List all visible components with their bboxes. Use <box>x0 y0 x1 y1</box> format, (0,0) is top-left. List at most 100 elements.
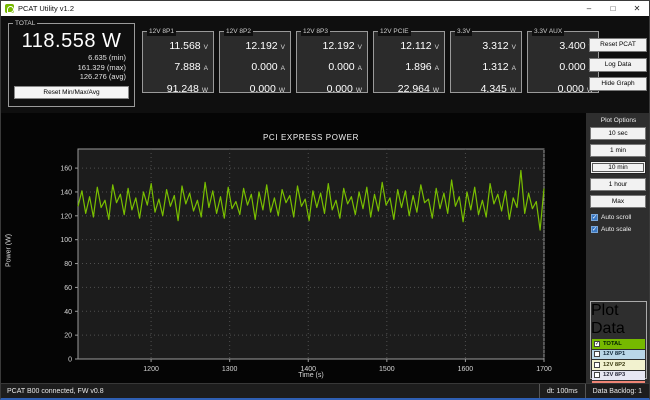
rail-current-value: 7.888 <box>174 61 201 73</box>
plot-area <box>77 148 545 360</box>
y-tick-label: 140 <box>60 189 72 196</box>
plot-sidebar: Plot Options 10 sec 1 min 10 min 1 hour Max … <box>586 113 649 398</box>
checkbox-label: Auto scroll <box>601 214 632 221</box>
rail-current-unit: A <box>203 65 208 72</box>
rail-power-value: 4.345 <box>480 82 507 95</box>
rail-current-row: 7.888 A <box>143 57 213 75</box>
auto-scale-checkbox-row[interactable]: ✓ Auto scale <box>591 226 631 233</box>
rail-current-value: 0.000 <box>251 61 278 73</box>
rail-power-row: 22.964 W <box>374 79 444 97</box>
log-data-button[interactable]: Log Data <box>589 58 647 72</box>
rail-power-value: 0.000 <box>326 82 353 95</box>
legend-label: 12V 8P2 <box>603 361 626 368</box>
total-panel-label: TOTAL <box>13 20 38 28</box>
checkbox-label: Auto scale <box>601 226 632 233</box>
legend-label: 12V 8P1 <box>603 351 626 358</box>
plot-range-button-max[interactable]: Max <box>590 195 646 208</box>
y-tick-label: 0 <box>68 357 72 364</box>
rail-panel-12v-8p3: 12V 8P3 12.192 V 0.000 A 0.000 W <box>296 28 368 95</box>
rail-voltage-value: 12.192 <box>245 39 278 52</box>
rail-power-unit: W <box>278 86 285 94</box>
status-bar: PCAT B00 connected, FW v0.8 dt: 100ms Da… <box>1 383 649 398</box>
title-bar: PCAT Utility v1.2 – □ ✕ <box>1 1 649 16</box>
legend-checkbox[interactable] <box>594 351 600 358</box>
rail-panel-3-3v: 3.3V 3.312 V 1.312 A 4.345 W <box>450 28 522 95</box>
rail-current-unit: A <box>511 65 516 72</box>
auto-scale-checkbox[interactable]: ✓ <box>591 226 598 233</box>
power-chart: 0204060801001201401601200 1300 1400 1500 160… <box>60 148 552 373</box>
y-tick-label: 60 <box>64 285 72 292</box>
power-chart-area: 0 20 40 60 80 100 120 140 160 1200 1300 1400 1500 160… <box>1 113 586 383</box>
rail-voltage-unit: V <box>511 43 516 51</box>
rail-power-value: 91.248 <box>166 82 199 95</box>
rail-panel-label: 3.3V <box>455 28 473 36</box>
rail-current-unit: A <box>434 65 439 72</box>
rail-panel-12v-8p1: 12V 8P1 11.568 V 7.888 A 91.248 W <box>142 28 214 95</box>
rail-voltage-value: 11.568 <box>169 39 201 52</box>
y-tick-label: 40 <box>64 309 72 316</box>
y-tick-label: 160 <box>60 166 72 173</box>
rail-power-unit: W <box>432 86 439 94</box>
hide-graph-button[interactable]: Hide Graph <box>589 77 647 91</box>
total-panel: TOTAL 118.558 W 6.635 (min) 161.329 (max… <box>8 20 135 107</box>
legend-checkbox[interactable] <box>594 361 600 368</box>
rail-power-unit: W <box>355 86 362 94</box>
app-window: PCAT Utility v1.2 – □ ✕ TOTAL 118.558 W … <box>0 0 650 400</box>
rail-power-row: 91.248 W <box>143 79 213 97</box>
reset-pcat-button[interactable]: Reset PCAT <box>589 38 647 52</box>
rail-power-row: 4.345 W <box>451 79 521 97</box>
rail-current-unit: A <box>357 65 362 72</box>
rail-current-unit: A <box>280 65 285 72</box>
rail-current-row: 0.000A <box>528 57 598 75</box>
rail-voltage-value: 12.112 <box>400 39 432 52</box>
rail-power-row: 0.000W <box>297 79 367 97</box>
rail-power-row: 0.000W <box>220 79 290 97</box>
legend-checkbox[interactable] <box>594 372 600 379</box>
rail-panel-12v-pcie: 12V PCIE 12.112 V 1.896 A 22.964 W <box>373 28 445 95</box>
total-avg: 126.276 (avg) <box>79 72 126 81</box>
auto-scroll-checkbox[interactable]: ✓ <box>591 214 598 221</box>
plot-range-button-1-hour[interactable]: 1 hour <box>590 178 646 191</box>
rail-voltage-value: 3.312 <box>482 39 509 52</box>
rail-voltage-value: 3.400 <box>559 39 586 52</box>
minimize-button[interactable]: – <box>577 1 601 16</box>
legend-checkbox[interactable]: ✓ <box>594 340 600 347</box>
rail-voltage-row: 3.400V <box>528 36 598 54</box>
rail-current-row: 1.896 A <box>374 57 444 75</box>
y-tick-label: 80 <box>64 261 72 268</box>
legend-label: 12V 8P3 <box>603 372 626 379</box>
rail-power-value: 0.000 <box>249 82 276 95</box>
chart-xlabel: Time (s) <box>298 372 324 379</box>
rail-voltage-unit: V <box>280 43 285 51</box>
plot-range-button-1-min[interactable]: 1 min <box>590 144 646 157</box>
plot-range-button-10-sec[interactable]: 10 sec <box>590 127 646 140</box>
total-max: 161.329 (max) <box>77 62 126 72</box>
legend-item-12v-8p3[interactable]: 12V 8P3 <box>592 370 645 380</box>
y-tick-label: 20 <box>64 333 72 340</box>
rail-panel-label: 12V 8P2 <box>224 28 253 36</box>
total-min: 6.635 (min) <box>88 53 126 62</box>
rail-voltage-row: 11.568 V <box>143 36 213 54</box>
rail-power-row: 0.000W <box>528 79 598 97</box>
rail-current-row: 1.312 A <box>451 57 521 75</box>
legend-label: TOTAL <box>603 340 622 347</box>
connection-status: PCAT B00 connected, FW v0.8 <box>7 388 104 395</box>
reset-min-max-avg-button[interactable]: Reset Min/Max/Avg <box>14 85 129 99</box>
total-power-value: 118.558 W <box>21 30 122 52</box>
legend-item-12v-8p2[interactable]: 12V 8P2 <box>592 360 645 370</box>
rail-current-value: 0.000 <box>559 61 586 73</box>
y-tick-label: 100 <box>60 237 72 244</box>
legend-item-total[interactable]: ✓ TOTAL <box>592 339 645 349</box>
plot-range-button-10-min[interactable]: 10 min <box>590 161 646 174</box>
maximize-button[interactable]: □ <box>601 1 625 16</box>
rail-panel-label: 12V 8P3 <box>301 28 330 36</box>
chart-title: PCI EXPRESS POWER <box>263 133 359 142</box>
rail-current-value: 1.312 <box>482 61 509 73</box>
rail-voltage-unit: V <box>203 43 208 51</box>
plot-data-label: Plot Data <box>591 302 625 337</box>
close-button[interactable]: ✕ <box>625 1 649 16</box>
rail-power-unit: W <box>509 86 516 94</box>
window-title: PCAT Utility v1.2 <box>18 4 74 13</box>
auto-scroll-checkbox-row[interactable]: ✓ Auto scroll <box>591 214 631 221</box>
legend-item-12v-8p1[interactable]: 12V 8P1 <box>592 349 645 359</box>
